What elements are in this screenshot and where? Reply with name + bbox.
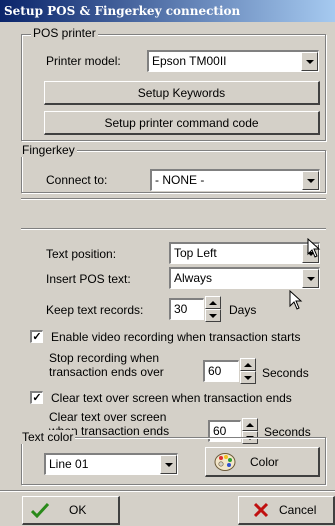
setup-keywords-button[interactable]: Setup Keywords: [44, 81, 320, 105]
text-position-select[interactable]: Top Left: [169, 242, 320, 264]
printer-model-value: Epson TM00II: [152, 54, 227, 68]
spin-down-icon[interactable]: [205, 309, 221, 322]
text-color-line-select[interactable]: Line 01: [44, 453, 178, 475]
stop-recording-label-line2: transaction ends over: [49, 365, 164, 379]
fingerkey-group-label: Fingerkey: [20, 143, 77, 157]
clear-text-label: Clear text over screen when transaction …: [51, 391, 292, 405]
chevron-down-icon[interactable]: [302, 171, 319, 190]
connect-to-label: Connect to:: [46, 173, 108, 187]
printer-model-select[interactable]: Epson TM00II: [147, 50, 319, 72]
text-position-value: Top Left: [174, 246, 217, 260]
section-divider: [21, 198, 326, 200]
chevron-down-icon[interactable]: [302, 269, 319, 288]
enable-video-recording-label: Enable video recording when transaction …: [51, 330, 301, 344]
keep-text-records-spinner[interactable]: [205, 296, 221, 322]
insert-pos-text-select[interactable]: Always: [169, 267, 320, 289]
connect-to-value: - NONE -: [155, 173, 205, 187]
printer-model-label: Printer model:: [46, 54, 121, 68]
cancel-x-icon: [253, 502, 269, 518]
chevron-down-icon[interactable]: [301, 52, 318, 71]
footer-divider: [0, 490, 335, 492]
setup-printer-command-button[interactable]: Setup printer command code: [44, 111, 320, 135]
insert-pos-text-label: Insert POS text:: [46, 272, 131, 286]
window-title: Setup POS & Fingerkey connection: [0, 0, 335, 22]
chevron-down-icon[interactable]: [160, 455, 177, 474]
ok-button[interactable]: OK: [22, 496, 120, 525]
connect-to-select[interactable]: - NONE -: [150, 169, 320, 191]
palette-icon: [214, 452, 236, 471]
text-color-line-value: Line 01: [49, 457, 89, 471]
ok-label: OK: [69, 503, 87, 517]
section-divider: [21, 228, 326, 230]
pos-printer-group-label: POS printer: [31, 26, 98, 40]
text-color-group-label: Text color: [20, 430, 76, 444]
keep-text-records-label: Keep text records:: [46, 303, 144, 317]
cancel-button[interactable]: Cancel: [238, 496, 335, 525]
clear-text-after-label-line1: Clear text over screen: [49, 410, 167, 424]
spin-up-icon[interactable]: [242, 418, 258, 431]
spin-down-icon[interactable]: [240, 371, 256, 384]
stop-recording-unit: Seconds: [262, 366, 309, 380]
enable-video-recording-checkbox[interactable]: ✓: [30, 330, 43, 343]
setup-dialog: Setup POS & Fingerkey connection POS pri…: [0, 0, 335, 526]
insert-pos-text-value: Always: [174, 271, 213, 285]
spin-up-icon[interactable]: [205, 296, 221, 309]
stop-recording-label-line1: Stop recording when: [49, 351, 160, 365]
checkmark-icon: [31, 502, 49, 518]
cancel-label: Cancel: [279, 503, 317, 517]
mouse-cursor-icon: [289, 290, 303, 310]
keep-text-records-input[interactable]: 30: [169, 298, 204, 320]
mouse-cursor-icon: [307, 238, 321, 258]
clear-text-checkbox[interactable]: ✓: [30, 391, 43, 404]
stop-recording-spinner[interactable]: [240, 358, 256, 384]
keep-text-records-unit: Days: [229, 303, 257, 317]
text-position-label: Text position:: [46, 247, 117, 261]
stop-recording-input[interactable]: 60: [203, 360, 239, 382]
color-button-label: Color: [250, 454, 279, 469]
spin-up-icon[interactable]: [240, 358, 256, 371]
color-button[interactable]: Color: [205, 447, 320, 477]
